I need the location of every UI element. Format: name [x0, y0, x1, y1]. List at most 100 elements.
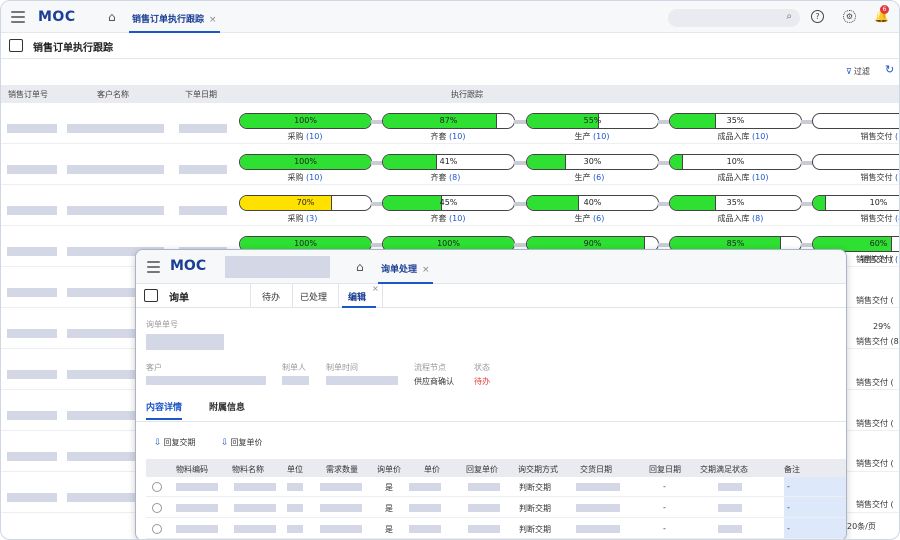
- stage-progress-bar[interactable]: [812, 154, 899, 170]
- stage-count[interactable]: (10): [593, 132, 609, 141]
- stage-count[interactable]: (10): [306, 173, 322, 182]
- help-icon[interactable]: ?: [811, 10, 824, 23]
- divider: [338, 284, 339, 308]
- stage-count[interactable]: (10): [306, 132, 322, 141]
- flow-node-value: 供应商确认: [414, 377, 454, 386]
- inquiry-no-label: 询单单号: [146, 320, 178, 329]
- table-row[interactable]: 70% 采购 (3) 45% 齐套 (10) 40% 生产 (6) 35% 成品入库 (8) 1…: [1, 185, 899, 226]
- stage-name: 齐套: [430, 173, 450, 182]
- stage-progress-bar[interactable]: 35%: [669, 195, 802, 211]
- search-icon[interactable]: ⌕: [786, 11, 792, 22]
- stage-progress-bar[interactable]: 30%: [526, 154, 659, 170]
- tab-sales-order-tracking[interactable]: 销售订单执行跟踪 ×: [129, 1, 220, 33]
- table-row[interactable]: 是 判断交期 - -: [146, 477, 846, 497]
- stage-progress-bar[interactable]: 45%: [382, 195, 515, 211]
- order-no-cell: [7, 411, 57, 420]
- stage-name: 销售交付: [860, 173, 896, 182]
- close-icon[interactable]: ×: [372, 284, 379, 293]
- progress-percent: 70%: [296, 198, 315, 207]
- page-size-select[interactable]: 20条/页: [847, 521, 876, 532]
- filter-button[interactable]: ⊽ 过滤: [846, 66, 870, 77]
- stage-label: 生产 (10): [575, 131, 610, 142]
- stage-progress-bar[interactable]: 87%: [382, 113, 515, 129]
- stage-count[interactable]: (8): [895, 214, 899, 223]
- menu-icon[interactable]: [11, 11, 25, 23]
- tab-attached-info[interactable]: 附属信息: [209, 400, 245, 413]
- reply-price-button[interactable]: ⇩ 回复单价: [221, 437, 263, 448]
- cell-placeholder: [176, 525, 218, 533]
- inquiry-window: MOC ⌂ 询单处理 × 询单 待办 已处理 编辑 × 询单单号 客户 制单人 制…: [135, 249, 847, 539]
- table-row[interactable]: 是 判断交期 - -: [146, 519, 846, 539]
- stage-progress-bar[interactable]: 55%: [526, 113, 659, 129]
- table-row[interactable]: 是 判断交期 - -: [146, 498, 846, 518]
- refresh-icon[interactable]: ↻: [885, 63, 894, 76]
- order-no-cell: [7, 124, 57, 133]
- menu-icon[interactable]: [147, 261, 160, 273]
- stage-count[interactable]: (8): [449, 173, 460, 182]
- stage-progress-bar[interactable]: 35%: [669, 113, 802, 129]
- notification-badge: 6: [880, 5, 889, 14]
- progress-percent: 10%: [869, 198, 888, 207]
- stage-count[interactable]: (: [895, 132, 898, 141]
- row-radio[interactable]: [152, 482, 162, 492]
- stage-count[interactable]: (10): [752, 173, 768, 182]
- cell-placeholder: [576, 483, 620, 491]
- cell-placeholder: [468, 504, 500, 512]
- cell-placeholder: [287, 483, 303, 491]
- gear-icon[interactable]: ⚙: [843, 10, 856, 23]
- search-input[interactable]: ⌕: [668, 9, 800, 27]
- progress-percent: 100%: [294, 157, 317, 166]
- stage-count[interactable]: (: [895, 173, 898, 182]
- home-icon[interactable]: ⌂: [356, 260, 364, 274]
- stage-count[interactable]: (10): [449, 214, 465, 223]
- flow-node-label: 流程节点: [414, 363, 446, 372]
- stage-count[interactable]: (10): [449, 132, 465, 141]
- stage-name: 生产: [574, 214, 594, 223]
- progress-percent: 87%: [439, 116, 458, 125]
- inquiry-price-cell: 是: [385, 483, 393, 492]
- tab-content-details[interactable]: 内容详情: [146, 400, 183, 420]
- stage-label: 销售交付 (: [861, 172, 899, 183]
- home-icon[interactable]: ⌂: [108, 10, 116, 24]
- stage-count[interactable]: (6): [593, 214, 604, 223]
- cell-placeholder: [718, 504, 742, 512]
- reply-delivery-button[interactable]: ⇩ 回复交期: [154, 437, 196, 448]
- subtab-processed[interactable]: 已处理: [300, 284, 327, 308]
- table-row[interactable]: 100% 采购 (10) 41% 齐套 (8) 30% 生产 (6) 10% 成品入库 (10…: [1, 144, 899, 185]
- stage-progress-bar[interactable]: 40%: [526, 195, 659, 211]
- stage-progress-bar[interactable]: 100%: [239, 113, 372, 129]
- stage-progress-bar[interactable]: 10%: [669, 154, 802, 170]
- close-icon[interactable]: ×: [209, 15, 217, 25]
- stage-label: 齐套 (10): [431, 213, 466, 224]
- cell-placeholder: [287, 525, 303, 533]
- stage-count[interactable]: (3): [306, 214, 317, 223]
- stage-count[interactable]: (8): [752, 214, 763, 223]
- cell-placeholder: [718, 483, 742, 491]
- col-reply-date: 回复日期: [649, 465, 681, 474]
- tab-inquiry-processing[interactable]: 询单处理 ×: [378, 250, 433, 284]
- stage-progress-bar[interactable]: 70%: [239, 195, 372, 211]
- stage-count[interactable]: (6): [593, 173, 604, 182]
- progress-percent: 30%: [583, 157, 602, 166]
- progress-percent: 45%: [439, 198, 458, 207]
- order-no-cell: [7, 165, 57, 174]
- stage-progress-bar[interactable]: 41%: [382, 154, 515, 170]
- subtab-todo[interactable]: 待办: [262, 284, 280, 308]
- stage-progress-bar[interactable]: 100%: [239, 154, 372, 170]
- col-unit-price: 单价: [424, 465, 440, 474]
- stage-progress-bar[interactable]: 10%: [812, 195, 899, 211]
- stage-count[interactable]: (: [895, 255, 898, 264]
- stage-label: 成品入库 (10): [718, 172, 769, 183]
- row-radio[interactable]: [152, 524, 162, 534]
- close-icon[interactable]: ×: [422, 265, 430, 275]
- created-time-value: [326, 376, 398, 385]
- stage-progress-bar[interactable]: [812, 113, 899, 129]
- divider: [382, 284, 383, 308]
- divider: [250, 284, 251, 308]
- stage-count[interactable]: (10): [752, 132, 768, 141]
- table-row[interactable]: 100% 采购 (10) 87% 齐套 (10) 55% 生产 (10) 35% 成品入库 (…: [1, 103, 899, 144]
- subtab-edit[interactable]: 编辑: [342, 284, 377, 308]
- cell-placeholder: [409, 504, 441, 512]
- row-radio[interactable]: [152, 503, 162, 513]
- stage-label: 销售交付 (: [856, 378, 894, 387]
